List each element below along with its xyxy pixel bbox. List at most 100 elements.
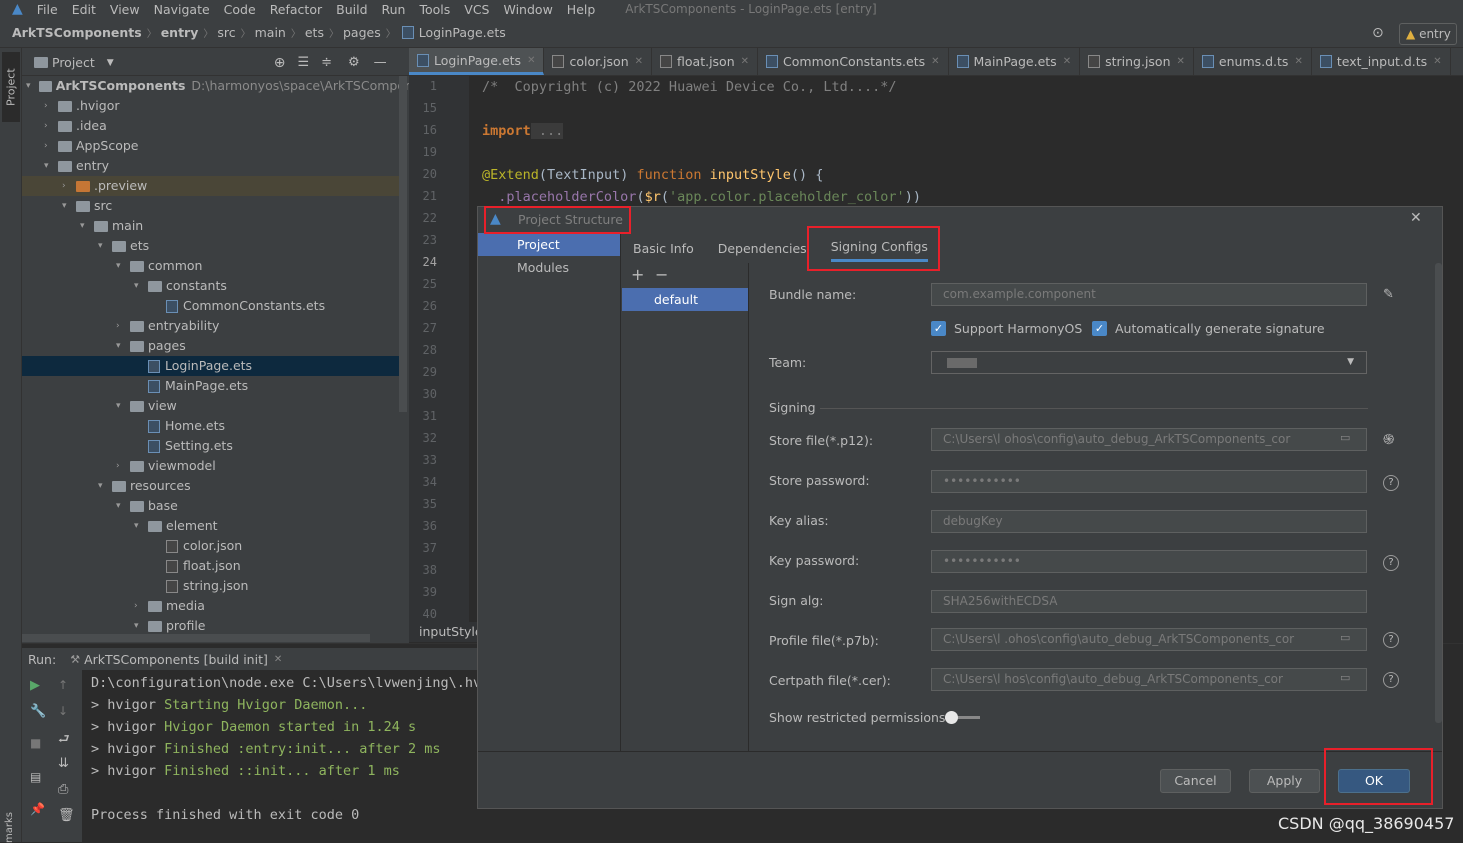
tab-basic-info[interactable]: Basic Info <box>633 237 694 260</box>
chevron-down-icon[interactable]: ▾ <box>98 476 112 496</box>
chevron-right-icon[interactable]: › <box>44 96 58 116</box>
expand-all-icon[interactable]: ☰ <box>297 55 309 70</box>
tree-item[interactable]: string.json <box>22 576 399 596</box>
sidebar-item-modules[interactable]: Modules <box>478 256 620 280</box>
dialog-scrollbar[interactable] <box>1435 263 1442 723</box>
editor-breadcrumb[interactable]: inputStyle <box>409 622 483 642</box>
rerun-icon[interactable]: ▶ <box>30 678 40 693</box>
add-icon[interactable]: + <box>631 265 644 284</box>
breadcrumb-main[interactable]: main <box>255 25 286 40</box>
sidebar-item-project[interactable]: Project <box>478 233 620 256</box>
chevron-down-icon[interactable]: ▾ <box>134 516 148 536</box>
breadcrumb-ets[interactable]: ets <box>305 25 324 40</box>
project-tool-tab[interactable]: Project <box>2 52 20 122</box>
chevron-down-icon[interactable]: ▾ <box>98 236 112 256</box>
menu-vcs[interactable]: VCS <box>464 2 489 17</box>
project-scrollbar[interactable] <box>399 76 407 412</box>
chevron-down-icon[interactable]: ▾ <box>44 156 58 176</box>
menu-file[interactable]: File <box>37 2 58 17</box>
certpath-file-field[interactable]: C:\Users\l hos\config\auto_debug_ArkTSCo… <box>931 668 1367 691</box>
chevron-right-icon[interactable]: › <box>44 116 58 136</box>
apply-button[interactable]: Apply <box>1249 769 1320 793</box>
pin-icon[interactable]: 📌 <box>30 802 45 816</box>
tree-item[interactable]: ▾ profile <box>22 616 399 636</box>
tab-dependencies[interactable]: Dependencies <box>718 237 807 260</box>
arrow-up-icon[interactable]: ↑ <box>58 678 68 692</box>
tree-item[interactable]: ▾ element <box>22 516 399 536</box>
tree-item[interactable]: float.json <box>22 556 399 576</box>
layout-icon[interactable]: ▤ <box>30 770 41 784</box>
close-icon[interactable]: ✕ <box>1410 210 1422 226</box>
menu-view[interactable]: View <box>110 2 140 17</box>
config-item-default[interactable]: default <box>622 288 748 311</box>
tree-item[interactable]: › .hvigor <box>22 96 399 116</box>
auto-signature-checkbox[interactable]: ✓ Automatically generate signature <box>1092 321 1325 336</box>
close-icon[interactable]: ✕ <box>274 654 282 665</box>
folder-browse-icon[interactable]: ▭ <box>1340 431 1350 444</box>
tree-item[interactable]: ▾ entry <box>22 156 399 176</box>
stop-icon[interactable]: ■ <box>30 736 41 750</box>
team-select[interactable]: ▼ <box>931 351 1367 374</box>
menu-help[interactable]: Help <box>567 2 596 17</box>
close-icon[interactable]: ✕ <box>635 56 643 67</box>
help-icon[interactable]: ? <box>1383 672 1399 688</box>
tree-item[interactable]: › media <box>22 596 399 616</box>
tree-item[interactable]: ▾ main <box>22 216 399 236</box>
close-icon[interactable]: ✕ <box>1177 56 1185 67</box>
breadcrumb-file[interactable]: LoginPage.ets <box>419 25 506 40</box>
gear-icon[interactable]: ⚙ <box>348 55 360 70</box>
tree-item[interactable]: › AppScope <box>22 136 399 156</box>
close-icon[interactable]: ✕ <box>1294 56 1302 67</box>
tree-item[interactable]: color.json <box>22 536 399 556</box>
print-icon[interactable]: ⎙ <box>58 782 68 797</box>
chevron-down-icon[interactable]: ▾ <box>134 276 148 296</box>
chevron-down-icon[interactable]: ▾ <box>116 336 130 356</box>
menu-code[interactable]: Code <box>224 2 256 17</box>
edit-icon[interactable]: ✎ <box>1383 287 1394 302</box>
editor-tab[interactable]: color.json ✕ <box>544 48 653 75</box>
close-icon[interactable]: ✕ <box>527 55 535 66</box>
store-file-field[interactable]: C:\Users\l ohos\config\auto_debug_ArkTSC… <box>931 428 1367 451</box>
chevron-right-icon[interactable]: › <box>44 136 58 156</box>
tree-root[interactable]: ▾ ArkTSComponents D:\harmonyos\space\Ark… <box>26 76 409 96</box>
tree-item[interactable]: › viewmodel <box>22 456 399 476</box>
menu-window[interactable]: Window <box>504 2 553 17</box>
target-icon[interactable]: ⊙ <box>1372 25 1384 41</box>
editor-tab[interactable]: string.json ✕ <box>1080 48 1194 75</box>
chevron-down-icon[interactable]: ▾ <box>134 616 148 636</box>
chevron-down-icon[interactable]: ▼ <box>107 58 114 68</box>
close-icon[interactable]: ✕ <box>931 56 939 67</box>
tree-item[interactable]: ▾ ets <box>22 236 399 256</box>
tree-item[interactable]: › .preview <box>22 176 399 196</box>
tree-item[interactable]: LoginPage.ets <box>22 356 399 376</box>
remove-icon[interactable]: − <box>655 265 668 284</box>
folder-browse-icon[interactable]: ▭ <box>1340 671 1350 684</box>
breadcrumb-project[interactable]: ArkTSComponents <box>12 25 142 40</box>
sign-alg-field[interactable]: SHA256withECDSA <box>931 590 1367 613</box>
cancel-button[interactable]: Cancel <box>1160 769 1231 793</box>
close-icon[interactable]: ✕ <box>1063 56 1071 67</box>
breadcrumb-src[interactable]: src <box>217 25 235 40</box>
menu-refactor[interactable]: Refactor <box>270 2 322 17</box>
tree-item[interactable]: Home.ets <box>22 416 399 436</box>
tree-item[interactable]: ▾ pages <box>22 336 399 356</box>
key-alias-field[interactable]: debugKey <box>931 510 1367 533</box>
key-password-field[interactable]: ••••••••••• <box>931 550 1367 573</box>
help-icon[interactable]: ? <box>1383 555 1399 571</box>
editor-tab[interactable]: MainPage.ets ✕ <box>949 48 1081 75</box>
collapse-all-icon[interactable]: ≑ <box>321 55 332 70</box>
chevron-right-icon[interactable]: › <box>62 176 76 196</box>
chevron-right-icon[interactable]: › <box>116 316 130 336</box>
close-icon[interactable]: ✕ <box>1433 56 1441 67</box>
tree-item[interactable]: ▾ view <box>22 396 399 416</box>
tree-item[interactable]: Setting.ets <box>22 436 399 456</box>
breadcrumb-entry[interactable]: entry <box>161 25 199 40</box>
support-harmonyos-checkbox[interactable]: ✓ Support HarmonyOS <box>931 321 1082 336</box>
trash-icon[interactable]: 🗑 <box>58 808 75 823</box>
project-hscrollbar[interactable] <box>22 634 370 642</box>
project-view-selector[interactable]: Project <box>52 55 95 70</box>
chevron-down-icon[interactable]: ▾ <box>116 396 130 416</box>
menu-navigate[interactable]: Navigate <box>154 2 210 17</box>
run-tab[interactable]: ArkTSComponents [build init] <box>84 652 268 667</box>
store-password-field[interactable]: ••••••••••• <box>931 470 1367 493</box>
